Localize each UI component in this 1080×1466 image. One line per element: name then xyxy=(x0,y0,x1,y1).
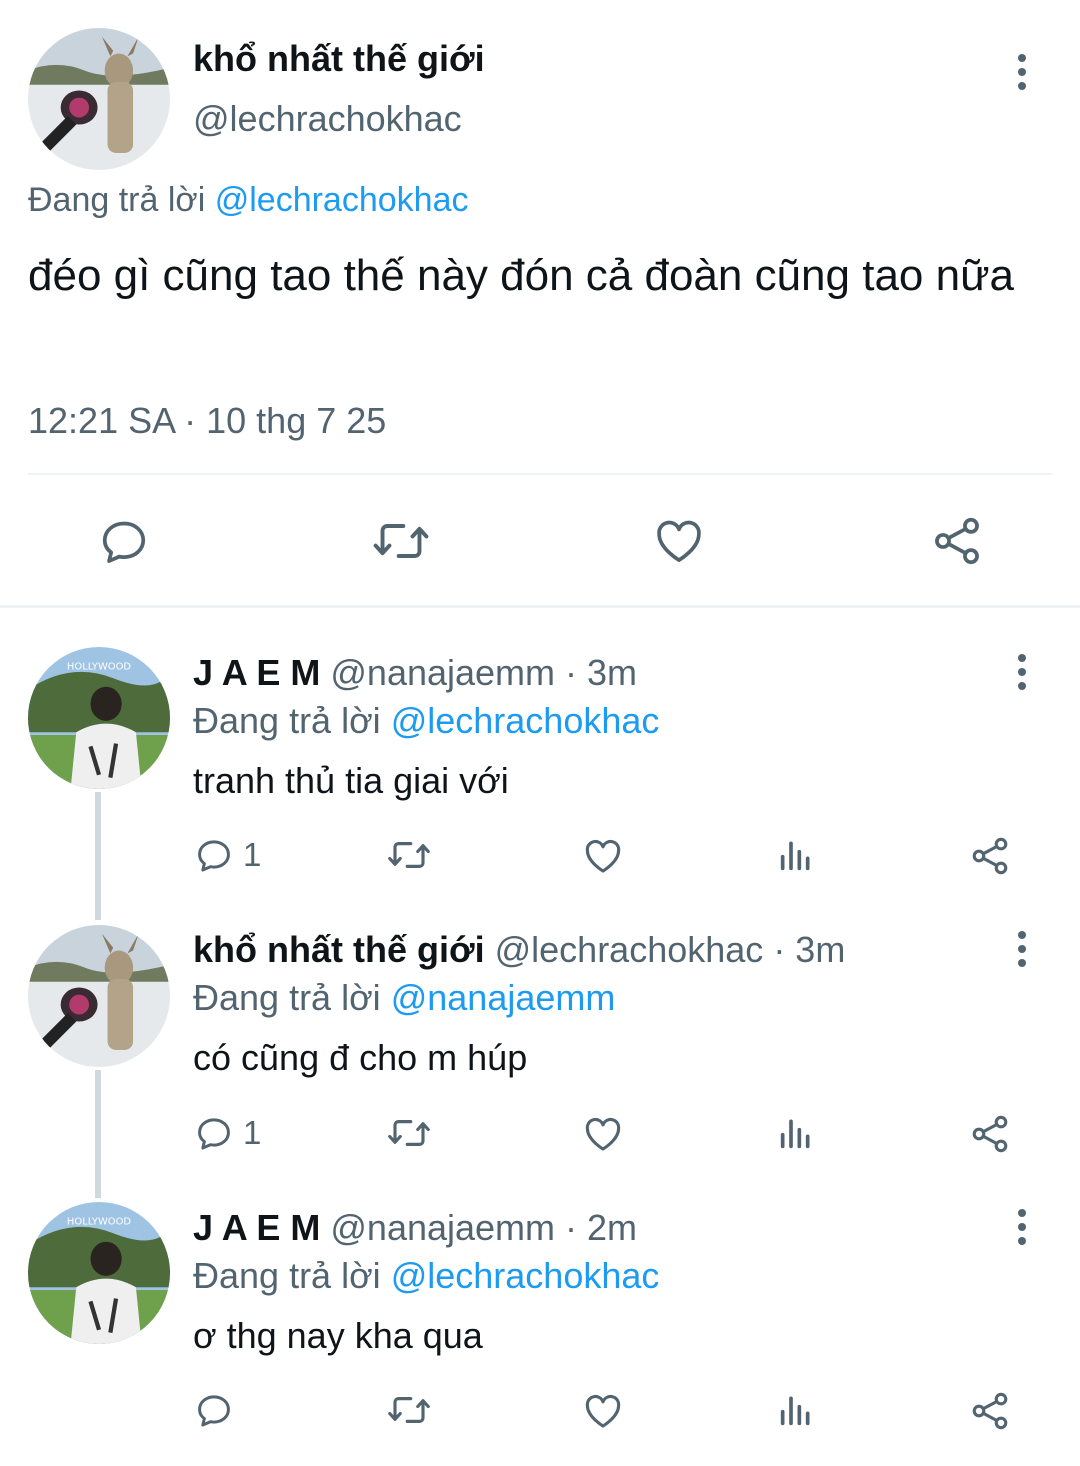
main-tweet-text: đéo gì cũng tao thế này đón cả đoàn cũng… xyxy=(28,251,1015,300)
replying-to-handle-link[interactable]: @nanajaemm xyxy=(391,977,616,1018)
reply-display-name[interactable]: J A E M xyxy=(193,652,320,693)
reply-count: 1 xyxy=(243,1114,262,1151)
reply-handle[interactable]: @lechrachokhac xyxy=(495,929,764,970)
analytics-icon xyxy=(780,841,810,871)
share-button[interactable] xyxy=(968,1112,1012,1156)
heart-icon xyxy=(585,1394,621,1428)
analytics-icon xyxy=(780,1119,810,1149)
replying-to-line: Đang trả lời @lechrachokhac xyxy=(193,1255,659,1297)
retweet-icon xyxy=(388,842,430,868)
replying-to-handle-link[interactable]: @lechrachokhac xyxy=(215,181,469,219)
like-button[interactable] xyxy=(651,513,707,569)
person-avatar-icon: HOLLYWOOD xyxy=(28,1202,170,1344)
thread-line xyxy=(95,1070,101,1198)
replying-to-line: Đang trả lời @nanajaemm xyxy=(193,977,615,1019)
share-icon xyxy=(935,517,979,565)
views-button[interactable] xyxy=(776,1389,816,1431)
retweet-icon xyxy=(388,1120,430,1146)
views-button[interactable] xyxy=(776,834,816,876)
replying-to-handle-link[interactable]: @lechrachokhac xyxy=(391,700,660,741)
reply-avatar[interactable]: HOLLYWOOD xyxy=(28,647,170,789)
more-options-button[interactable] xyxy=(1002,652,1042,692)
more-vertical-icon xyxy=(1018,654,1026,690)
reply-display-name[interactable]: J A E M xyxy=(193,1207,320,1248)
divider xyxy=(28,473,1052,475)
reply-handle[interactable]: @nanajaemm xyxy=(330,652,555,693)
share-button[interactable] xyxy=(929,513,985,569)
like-button[interactable] xyxy=(581,834,625,878)
replying-to-label: Đang trả lời xyxy=(193,1255,381,1296)
reply-text: tranh thủ tia giai với xyxy=(193,760,509,801)
like-button[interactable] xyxy=(581,1389,625,1433)
reply-handle[interactable]: @nanajaemm xyxy=(330,1207,555,1248)
heart-icon xyxy=(585,839,621,873)
reply-text: có cũng đ cho m húp xyxy=(193,1037,528,1078)
replying-to-label: Đang trả lời xyxy=(193,700,381,741)
reply-icon xyxy=(102,521,146,563)
main-timestamp[interactable]: 12:21 SA · 10 thg 7 25 xyxy=(28,400,386,442)
heart-icon xyxy=(585,1117,621,1151)
deer-avatar-icon xyxy=(28,28,170,170)
replying-to-line: Đang trả lời @lechrachokhac xyxy=(28,181,468,220)
reply-header: khổ nhất thế giới @lechrachokhac · 3m xyxy=(193,929,845,971)
reply-icon xyxy=(198,840,230,872)
deer-avatar-icon xyxy=(28,925,170,1067)
reply-header: J A E M @nanajaemm · 3m xyxy=(193,652,637,694)
reply-text: ơ thg nay kha qua xyxy=(193,1315,483,1356)
reply-icon xyxy=(198,1118,230,1150)
replying-to-line: Đang trả lời @lechrachokhac xyxy=(193,700,659,742)
reply-time[interactable]: · 3m xyxy=(565,652,637,693)
replying-to-handle-link[interactable]: @lechrachokhac xyxy=(391,1255,660,1296)
reply-time[interactable]: · 3m xyxy=(773,929,845,970)
heart-icon xyxy=(657,520,701,562)
more-options-button[interactable] xyxy=(1002,1207,1042,1247)
person-avatar-icon: HOLLYWOOD xyxy=(28,647,170,789)
share-button[interactable] xyxy=(968,1389,1012,1433)
replying-to-label: Đang trả lời xyxy=(193,977,381,1018)
reply-icon xyxy=(198,1395,230,1427)
retweet-button[interactable] xyxy=(371,513,431,569)
svg-text:HOLLYWOOD: HOLLYWOOD xyxy=(67,662,131,673)
share-icon xyxy=(972,1115,1008,1153)
reply-avatar[interactable]: HOLLYWOOD xyxy=(28,1202,170,1344)
replying-to-label: Đang trả lời xyxy=(28,181,206,219)
main-handle[interactable]: @lechrachokhac xyxy=(193,98,462,140)
views-button[interactable] xyxy=(776,1112,816,1154)
retweet-button[interactable] xyxy=(386,1389,432,1431)
reply-count: 1 xyxy=(243,836,262,873)
reply-display-name[interactable]: khổ nhất thế giới xyxy=(193,929,485,970)
share-button[interactable] xyxy=(968,834,1012,878)
svg-text:HOLLYWOOD: HOLLYWOOD xyxy=(67,1217,131,1228)
retweet-icon xyxy=(373,524,429,558)
share-icon xyxy=(972,837,1008,875)
main-display-name[interactable]: khổ nhất thế giới xyxy=(193,38,485,80)
retweet-button[interactable] xyxy=(386,834,432,876)
reply-button[interactable]: 1 xyxy=(193,1112,261,1154)
reply-button[interactable]: 1 xyxy=(193,834,261,876)
reply-button[interactable] xyxy=(193,1389,243,1431)
reply-time[interactable]: · 2m xyxy=(565,1207,637,1248)
analytics-icon xyxy=(780,1396,810,1426)
retweet-button[interactable] xyxy=(386,1112,432,1154)
like-button[interactable] xyxy=(581,1112,625,1156)
section-separator xyxy=(0,605,1080,608)
thread-line xyxy=(95,792,101,920)
share-icon xyxy=(972,1392,1008,1430)
reply-header: J A E M @nanajaemm · 2m xyxy=(193,1207,637,1249)
more-options-button[interactable] xyxy=(1002,929,1042,969)
more-vertical-icon xyxy=(1018,54,1026,90)
reply-avatar[interactable] xyxy=(28,925,170,1067)
more-vertical-icon xyxy=(1018,1209,1026,1245)
retweet-icon xyxy=(388,1397,430,1423)
more-vertical-icon xyxy=(1018,931,1026,967)
main-avatar[interactable] xyxy=(28,28,170,170)
reply-button[interactable] xyxy=(96,513,152,569)
more-options-button[interactable] xyxy=(1002,52,1042,92)
